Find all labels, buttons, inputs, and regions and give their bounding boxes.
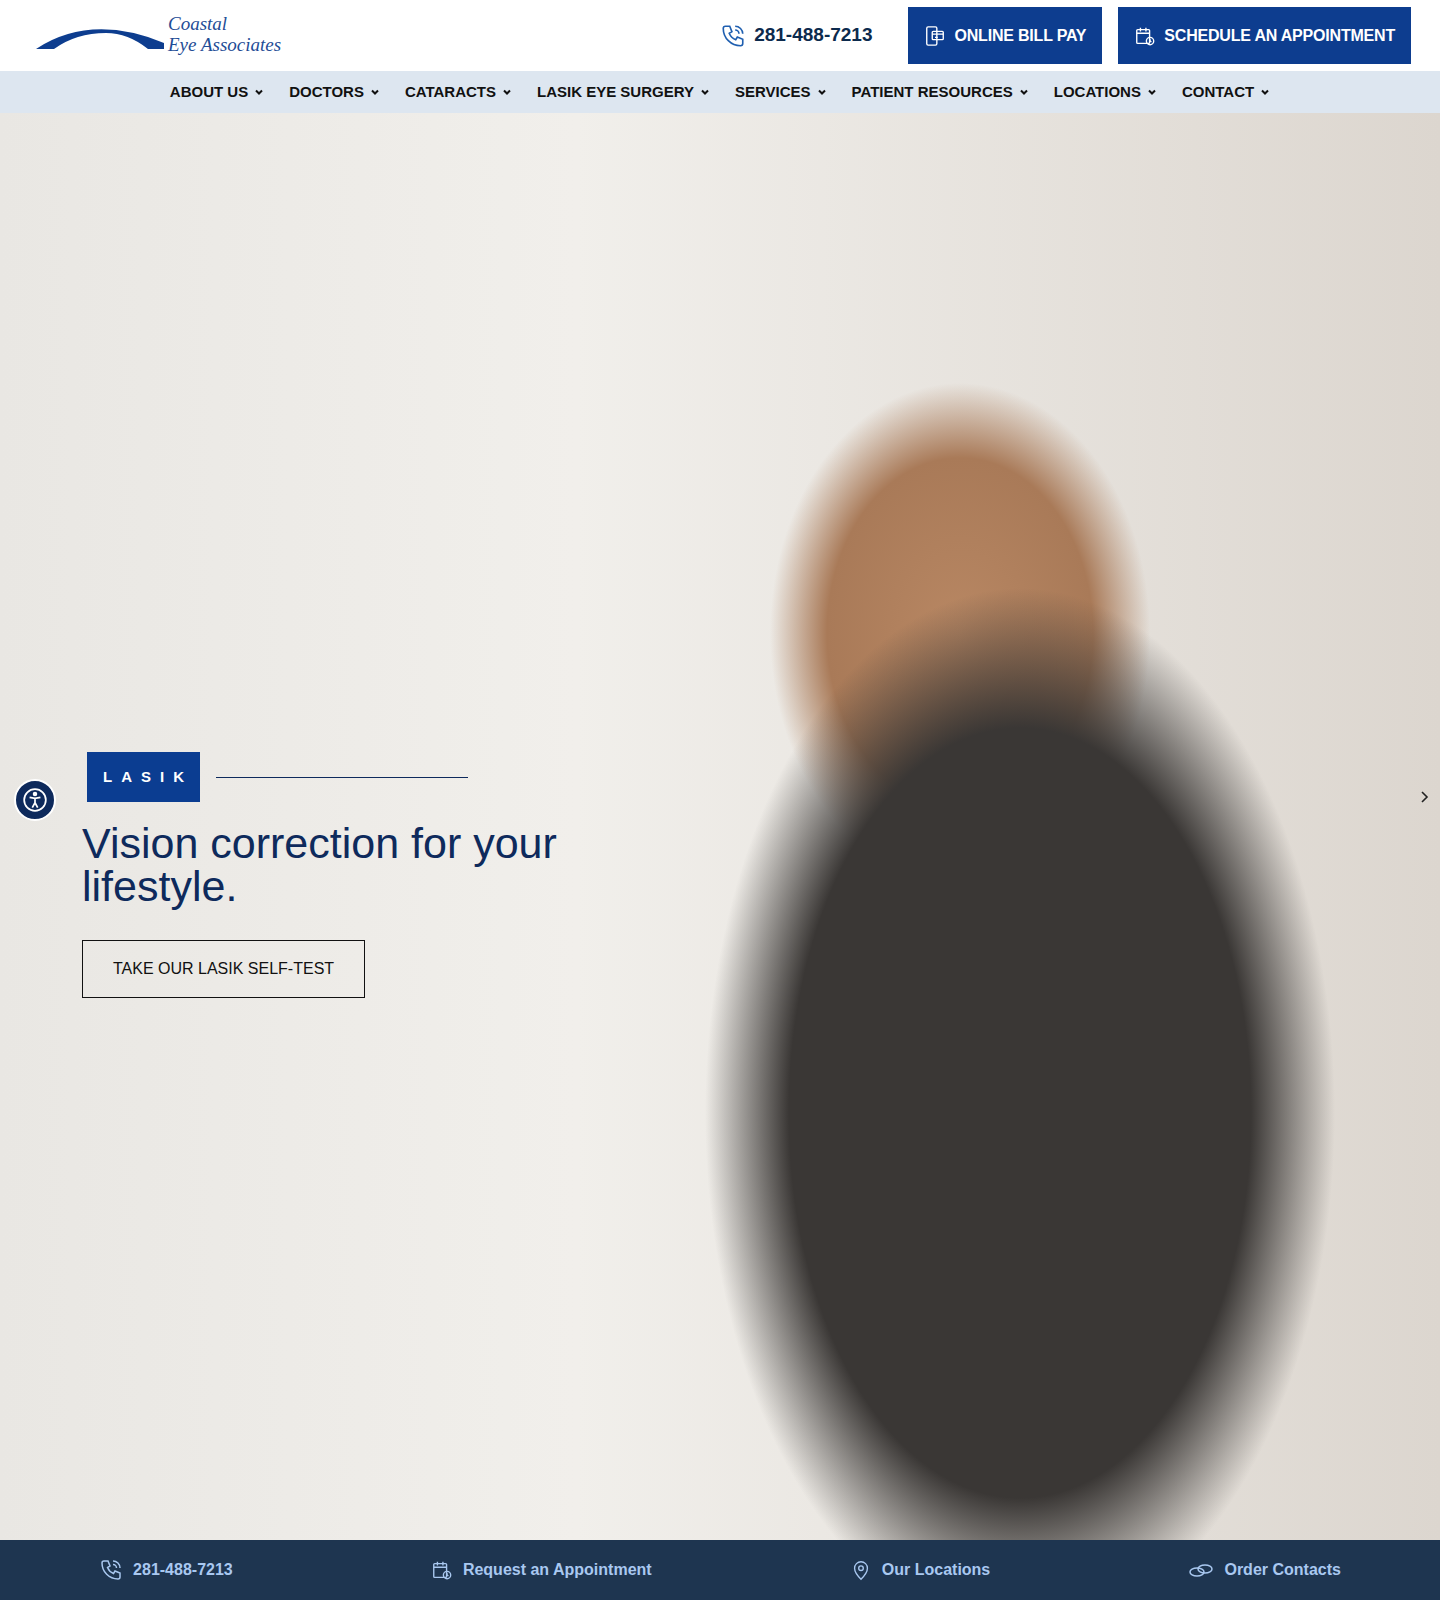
next-slide-icon[interactable] <box>1416 789 1432 805</box>
calendar-icon <box>1134 25 1156 47</box>
locations-link[interactable]: Our Locations <box>850 1558 990 1582</box>
logo-line: Eye Associates <box>168 34 281 55</box>
chevron-down-icon <box>817 87 827 97</box>
calendar-icon <box>431 1559 453 1581</box>
site-header: CoastalEye Associates 281-488-7213 ONLINE … <box>0 0 1440 71</box>
bottom-phone-link[interactable]: 281-488-7213 <box>99 1558 233 1582</box>
bill-icon <box>924 25 946 47</box>
logo-swoosh-icon <box>36 19 166 53</box>
request-appointment-link[interactable]: Request an Appointment <box>431 1558 652 1582</box>
accessibility-button[interactable] <box>14 779 56 821</box>
main-nav: ABOUT US DOCTORS CATARACTS LASIK EYE SURGER… <box>0 71 1440 113</box>
chevron-down-icon <box>1260 87 1270 97</box>
logo[interactable]: CoastalEye Associates <box>36 17 281 55</box>
badge-line <box>216 777 468 778</box>
contact-lens-icon <box>1188 1559 1214 1581</box>
nav-item[interactable]: DOCTORS <box>289 81 380 104</box>
schedule-button[interactable]: SCHEDULE AN APPOINTMENT <box>1118 7 1411 64</box>
header-phone[interactable]: 281-488-7213 <box>720 21 872 50</box>
accessibility-icon <box>22 787 48 813</box>
chevron-down-icon <box>1019 87 1029 97</box>
hero-banner: LASIK Vision correction for your lifestyl… <box>0 113 1440 1540</box>
nav-item[interactable]: LASIK EYE SURGERY <box>537 81 710 104</box>
nav-item[interactable]: ABOUT US <box>170 81 264 104</box>
location-pin-icon <box>850 1559 872 1581</box>
logo-line: Coastal <box>168 13 281 34</box>
self-test-button[interactable]: TAKE OUR LASIK SELF-TEST <box>82 940 365 998</box>
chevron-down-icon <box>502 87 512 97</box>
phone-icon <box>99 1558 123 1582</box>
order-contacts-link[interactable]: Order Contacts <box>1188 1558 1340 1582</box>
nav-item[interactable]: SERVICES <box>735 81 827 104</box>
hero-badge: LASIK <box>87 752 200 802</box>
chevron-down-icon <box>700 87 710 97</box>
hero-heading: Vision correction for your lifestyle. <box>82 822 582 908</box>
nav-item[interactable]: CONTACT <box>1182 81 1270 104</box>
nav-item[interactable]: PATIENT RESOURCES <box>852 81 1029 104</box>
phone-icon <box>720 23 746 49</box>
bill-pay-button[interactable]: ONLINE BILL PAY <box>908 7 1102 64</box>
chevron-down-icon <box>1147 87 1157 97</box>
nav-item[interactable]: LOCATIONS <box>1054 81 1157 104</box>
chevron-down-icon <box>370 87 380 97</box>
chevron-down-icon <box>254 87 264 97</box>
bottom-bar: 281-488-7213 Request an Appointment Our Lo… <box>0 1540 1440 1600</box>
nav-item[interactable]: CATARACTS <box>405 81 512 104</box>
